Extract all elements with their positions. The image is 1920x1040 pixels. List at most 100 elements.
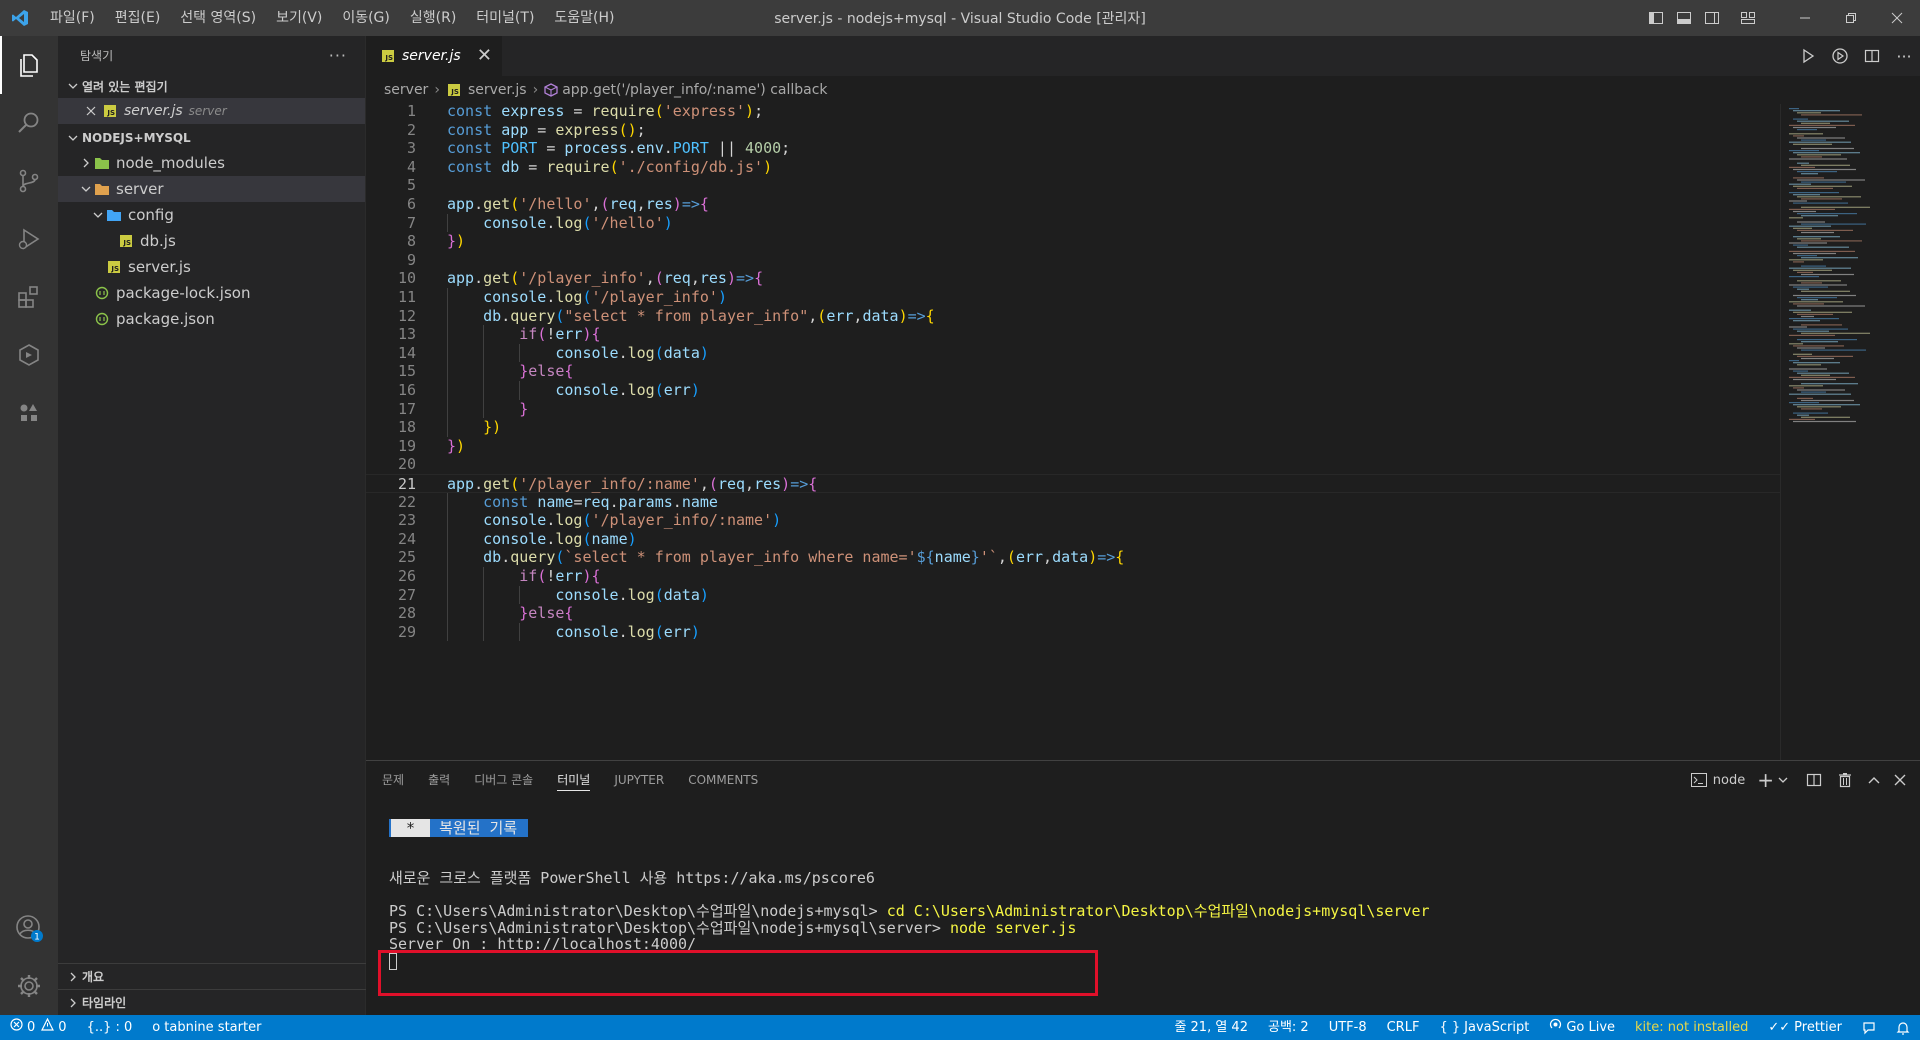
more-actions-icon[interactable]: ···	[329, 46, 347, 65]
explorer-icon[interactable]	[0, 36, 58, 94]
tree-item[interactable]: server	[58, 176, 365, 202]
timeline-section[interactable]: 타임라인	[58, 989, 366, 1015]
prettier-status[interactable]: ✓✓ Prettier	[1758, 1015, 1852, 1040]
kite-status[interactable]: kite: not installed	[1625, 1015, 1758, 1040]
chevron-down-icon[interactable]	[1776, 761, 1798, 799]
restore-icon[interactable]	[1828, 0, 1874, 36]
tree-item[interactable]: config	[58, 202, 365, 228]
code-token: )	[627, 529, 637, 548]
search-icon[interactable]	[0, 94, 58, 152]
menu-item[interactable]: 도움말(H)	[544, 0, 624, 36]
indentation[interactable]: 공백: 2	[1258, 1015, 1319, 1040]
chevron-right-icon: ›	[434, 82, 440, 98]
new-terminal-icon[interactable]: +	[1751, 761, 1776, 799]
folder-icon	[94, 155, 110, 171]
notifications-icon[interactable]	[1886, 1015, 1920, 1040]
editor-scrollbar[interactable]	[1906, 104, 1920, 760]
feedback-icon[interactable]	[1852, 1015, 1886, 1040]
code-token: (	[1006, 548, 1016, 567]
code-token: get	[483, 269, 511, 288]
menu-item[interactable]: 이동(G)	[332, 0, 400, 36]
close-icon[interactable]	[82, 106, 100, 116]
trash-icon[interactable]	[1830, 761, 1860, 799]
line-number: 7	[406, 213, 416, 232]
close-tab-icon[interactable]: ✕	[477, 46, 492, 66]
code-token: name	[934, 548, 971, 567]
code-token: ;	[781, 139, 791, 158]
go-live-button[interactable]: Go Live	[1539, 1015, 1625, 1040]
more-actions-icon[interactable]: ···	[1888, 36, 1920, 76]
encoding[interactable]: UTF-8	[1319, 1015, 1377, 1040]
panel-tab[interactable]: 디버그 콘솔	[474, 761, 533, 799]
code-token: {	[564, 604, 574, 623]
accounts-icon[interactable]: 1	[0, 899, 58, 957]
minimize-icon[interactable]	[1782, 0, 1828, 36]
minimap-line	[1793, 404, 1860, 406]
tree-item[interactable]: node_modules	[58, 150, 365, 176]
language-mode[interactable]: { } JavaScript	[1429, 1015, 1539, 1040]
menu-item[interactable]: 편집(E)	[105, 0, 171, 36]
terminal-instance[interactable]: node	[1685, 761, 1751, 799]
end-of-line[interactable]: CRLF	[1377, 1015, 1430, 1040]
workspace-section[interactable]: NODEJS+MYSQL	[58, 126, 365, 150]
menu-item[interactable]: 실행(R)	[400, 0, 466, 36]
toggle-secondary-sidebar-icon[interactable]	[1698, 0, 1726, 36]
minimap-line	[1797, 397, 1813, 399]
tree-item[interactable]: package.json	[58, 306, 365, 332]
tree-item[interactable]: package-lock.json	[58, 280, 365, 306]
code-token: const	[447, 139, 502, 158]
chevron-right-icon	[78, 158, 94, 168]
code-token: (	[537, 567, 547, 585]
code-token: =	[564, 104, 592, 120]
menu-item[interactable]: 파일(F)	[40, 0, 105, 36]
minimap-line	[1793, 210, 1816, 213]
tab-server-js[interactable]: JS server.js ✕	[366, 36, 502, 76]
run-icon[interactable]	[1792, 36, 1824, 76]
extensions-icon[interactable]	[0, 268, 58, 326]
tabnine-status[interactable]: o tabnine starter	[142, 1015, 271, 1040]
code-text: const db = require('./config/db.js')	[447, 158, 772, 177]
cursor-position[interactable]: 줄 21, 열 42	[1164, 1015, 1258, 1040]
panel-tab[interactable]: 출력	[428, 761, 450, 799]
run-debug-icon[interactable]	[0, 210, 58, 268]
problems-status[interactable]: 0 0	[0, 1015, 77, 1040]
breadcrumb-folder[interactable]: server	[384, 82, 428, 98]
panel-tab[interactable]: 터미널	[557, 761, 591, 799]
split-terminal-icon[interactable]	[1798, 761, 1830, 799]
menu-item[interactable]: 보기(V)	[266, 0, 332, 36]
panel-tab[interactable]: 문제	[382, 761, 404, 799]
tree-item[interactable]: JS db.js	[58, 228, 365, 254]
tree-item[interactable]: JS server.js	[58, 254, 365, 280]
debug-run-icon[interactable]	[1824, 36, 1856, 76]
tabnine-icon[interactable]	[0, 384, 58, 442]
minimap-line	[1797, 213, 1857, 215]
breadcrumb-symbol[interactable]: app.get('/player_info/:name') callback	[562, 82, 827, 98]
breadcrumb-file[interactable]: server.js	[468, 82, 527, 98]
minimap[interactable]	[1780, 104, 1906, 760]
braces-status[interactable]: {..} : 0	[77, 1015, 143, 1040]
close-panel-icon[interactable]	[1888, 761, 1920, 799]
split-editor-icon[interactable]	[1856, 36, 1888, 76]
outline-section[interactable]: 개요	[58, 963, 366, 989]
toggle-primary-sidebar-icon[interactable]	[1642, 0, 1670, 36]
customize-layout-icon[interactable]	[1734, 0, 1762, 36]
remote-explorer-icon[interactable]	[0, 326, 58, 384]
panel-tab[interactable]: COMMENTS	[688, 761, 758, 799]
panel-tab[interactable]: JUPYTER	[614, 761, 664, 799]
code-token: process	[564, 139, 628, 158]
close-window-icon[interactable]	[1874, 0, 1920, 36]
open-editors-section[interactable]: 열려 있는 편집기	[58, 74, 365, 98]
code-token: name	[591, 529, 628, 548]
minimap-line	[1797, 313, 1833, 315]
open-editor-item[interactable]: JS server.js server	[58, 98, 365, 124]
maximize-panel-icon[interactable]	[1860, 761, 1888, 799]
menu-item[interactable]: 터미널(T)	[466, 0, 544, 36]
settings-gear-icon[interactable]	[0, 957, 58, 1015]
toggle-panel-icon[interactable]	[1670, 0, 1698, 36]
code-editor[interactable]: 1 const express = require('express'); 2 con…	[366, 104, 1780, 760]
menu-item[interactable]: 선택 영역(S)	[170, 0, 266, 36]
source-control-icon[interactable]	[0, 152, 58, 210]
minimap-line	[1793, 135, 1804, 137]
